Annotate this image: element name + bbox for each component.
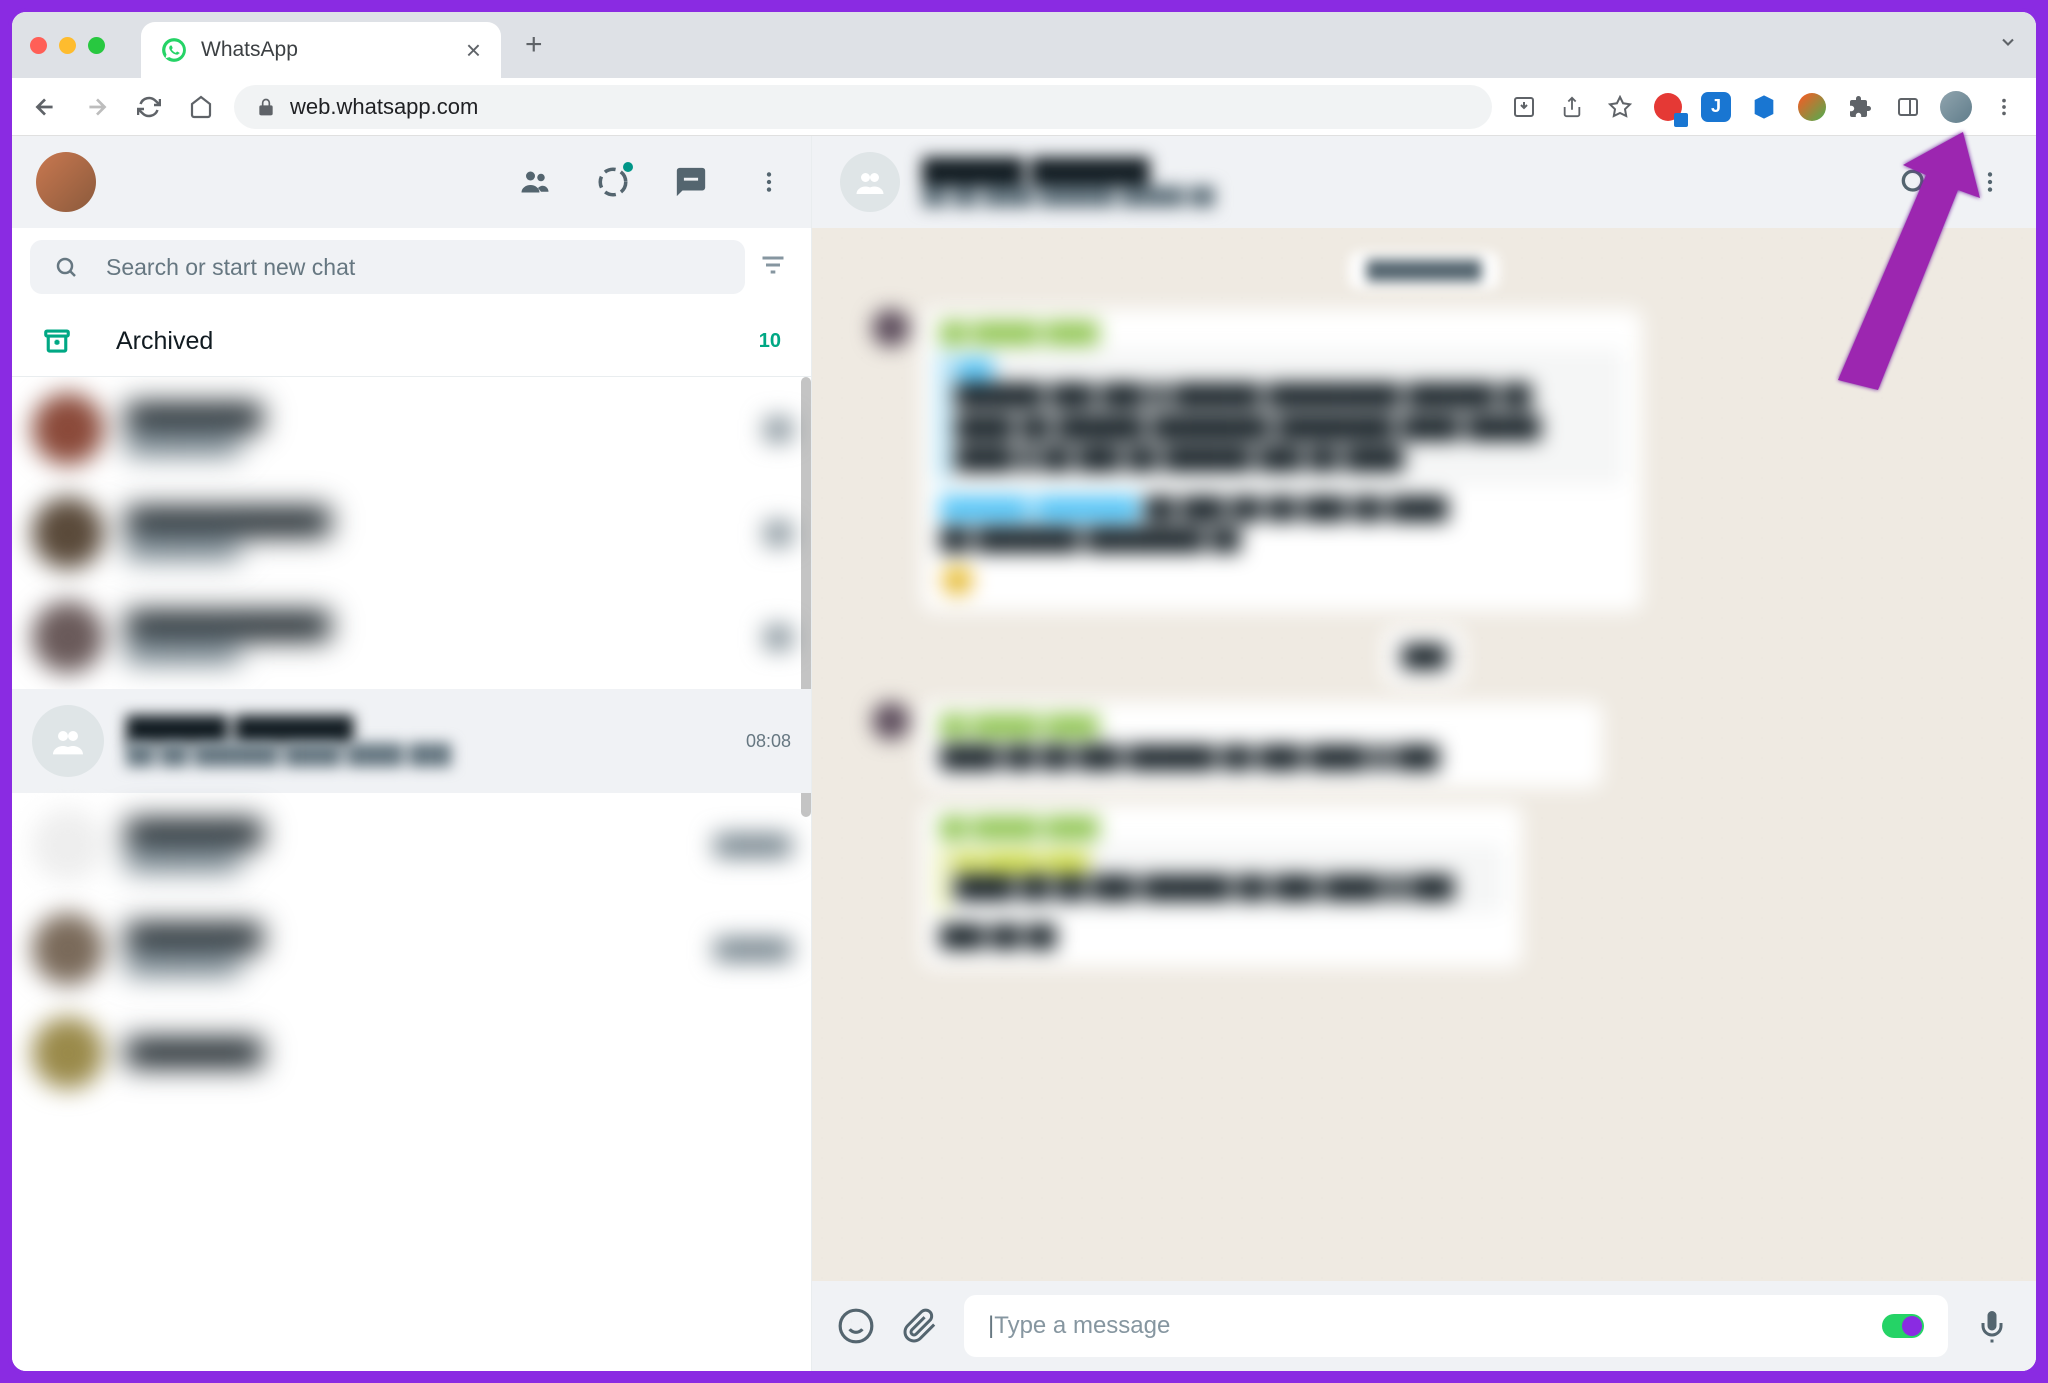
tabs-dropdown-button[interactable] (1998, 32, 2018, 58)
my-profile-avatar[interactable] (36, 152, 96, 212)
extension-1-icon[interactable] (1650, 89, 1686, 125)
window-controls (30, 37, 105, 54)
chat-list: ████████████████ ██ ████████████████████… (12, 377, 811, 1371)
profile-avatar-icon[interactable] (1938, 89, 1974, 125)
new-chat-icon[interactable] (673, 164, 709, 200)
message-bubble[interactable]: ███ (1384, 627, 1464, 687)
bookmark-star-icon[interactable] (1602, 89, 1638, 125)
extension-2-icon[interactable]: J (1698, 89, 1734, 125)
whatsapp-app: Search or start new chat Archived 10 ███… (12, 136, 2036, 1371)
search-input[interactable]: Search or start new chat (30, 240, 745, 294)
status-icon[interactable] (595, 164, 631, 200)
communities-icon[interactable] (517, 164, 553, 200)
attach-icon[interactable] (900, 1306, 940, 1346)
extension-3-icon[interactable] (1746, 89, 1782, 125)
message-bubble[interactable]: ██ █████ ████ ████ ██ ██ ███ ██████ ██ █… (922, 702, 1602, 788)
chat-time: 08:08 (746, 731, 791, 752)
home-button[interactable] (182, 88, 220, 126)
lock-icon (256, 97, 276, 117)
messages-area: █████████ ██ █████ ████ ███ ██████ ███ █… (812, 228, 2036, 1281)
browser-toolbar: web.whatsapp.com J (12, 78, 2036, 136)
chat-item[interactable]: ████████ (12, 1001, 811, 1105)
message-bubble[interactable]: ██ █████ ████ ███ ██████ ███ ███ █ █████… (922, 309, 1642, 611)
group-avatar-icon (32, 705, 104, 777)
extension-icons: J (1506, 89, 2022, 125)
chrome-menu-icon[interactable] (1986, 89, 2022, 125)
extensions-menu-icon[interactable] (1842, 89, 1878, 125)
extension-4-icon[interactable] (1794, 89, 1830, 125)
message-input-bar: |Type a message (812, 1281, 2036, 1371)
input-toggle[interactable] (1882, 1314, 1924, 1338)
whatsapp-favicon-icon (161, 37, 187, 63)
search-placeholder: Search or start new chat (106, 254, 355, 281)
archived-label: Archived (116, 327, 715, 356)
emoji-icon[interactable] (836, 1306, 876, 1346)
forward-button[interactable] (78, 88, 116, 126)
url-text: web.whatsapp.com (290, 94, 478, 120)
message-input-placeholder: Type a message (994, 1312, 1170, 1340)
browser-window: WhatsApp × + web.whatsapp.com (8, 8, 2040, 1375)
date-chip: █████████ (1349, 252, 1500, 289)
share-icon[interactable] (1554, 89, 1590, 125)
archived-count: 10 (759, 330, 781, 353)
install-app-icon[interactable] (1506, 89, 1542, 125)
message-bubble[interactable]: ██ █████ ████ ██ █████ ████ ████ ██ ██ █… (922, 804, 1522, 967)
new-tab-button[interactable]: + (525, 28, 543, 62)
browser-tab[interactable]: WhatsApp × (141, 22, 501, 78)
conversation-header: ██████ ███████ ██ ██ ████ ██████ █████ █… (812, 136, 2036, 228)
chat-item[interactable]: ████████████████ ██████ (12, 897, 811, 1001)
close-window-button[interactable] (30, 37, 47, 54)
sidebar-header (12, 136, 811, 228)
archived-icon (42, 326, 72, 356)
search-icon (54, 255, 78, 279)
reload-button[interactable] (130, 88, 168, 126)
chat-item[interactable]: ████████████████████ ██ (12, 481, 811, 585)
tab-title: WhatsApp (201, 38, 452, 62)
back-button[interactable] (26, 88, 64, 126)
chat-item-selected[interactable]: ██████ ███████ ██ ██ ██████ ████ ████ ██… (12, 689, 811, 793)
tab-strip: WhatsApp × + (12, 12, 2036, 78)
sidebar: Search or start new chat Archived 10 ███… (12, 136, 812, 1371)
archived-button[interactable]: Archived 10 (12, 306, 811, 377)
menu-icon[interactable] (751, 164, 787, 200)
conversation-panel: ██████ ███████ ██ ██ ████ ██████ █████ █… (812, 136, 2036, 1371)
conversation-avatar[interactable] (840, 152, 900, 212)
side-panel-icon[interactable] (1890, 89, 1926, 125)
search-row: Search or start new chat (12, 228, 811, 306)
chat-item[interactable]: ████████████████ ██ (12, 377, 811, 481)
chat-item[interactable]: ████████████████████ ██ (12, 585, 811, 689)
maximize-window-button[interactable] (88, 37, 105, 54)
address-bar[interactable]: web.whatsapp.com (234, 85, 1492, 129)
message-input[interactable]: |Type a message (964, 1295, 1948, 1357)
conversation-search-icon[interactable] (1896, 164, 1932, 200)
conversation-menu-icon[interactable] (1972, 164, 2008, 200)
tab-close-button[interactable]: × (466, 35, 481, 66)
filter-icon[interactable] (759, 251, 793, 284)
conversation-title[interactable]: ██████ ███████ ██ ██ ████ ██████ █████ █… (922, 158, 1874, 207)
chat-item[interactable]: ████████████████ ██████ (12, 793, 811, 897)
minimize-window-button[interactable] (59, 37, 76, 54)
mic-icon[interactable] (1972, 1306, 2012, 1346)
